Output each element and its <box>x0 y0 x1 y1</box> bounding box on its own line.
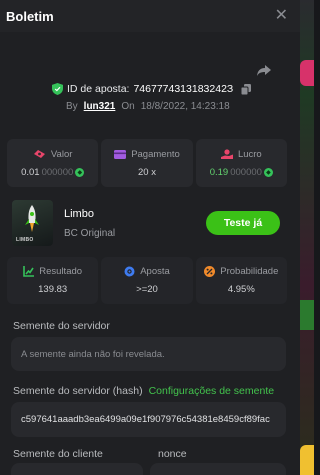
panel-header: Boletim ✕ <box>0 0 300 32</box>
game-provider: BC Original <box>64 227 116 239</box>
stat-amount: Valor 0.01 000000 ◆ <box>7 139 99 187</box>
coin-icon: ◆ <box>75 167 85 177</box>
game-thumbnail[interactable]: LIMBO <box>12 200 53 246</box>
try-game-button[interactable]: Teste já <box>206 211 280 235</box>
stat-amount-value-trailing: 000000 <box>41 166 74 178</box>
server-seed-hash-value: c597641aaadb3ea6499a09e1f907976c54381e84… <box>21 414 270 425</box>
nonce-field[interactable] <box>150 463 286 475</box>
server-seed-value: A semente ainda não foi revelada. <box>21 348 165 360</box>
bet-results: Resultado 139.83 Aposta >=20 Probabilida… <box>7 257 287 304</box>
stat-profit: Lucro 0.19 000000 ◆ <box>195 139 287 187</box>
background-decoration <box>300 60 314 86</box>
bet-id-label: ID de aposta: <box>67 83 130 95</box>
background-decoration <box>300 445 314 475</box>
share-icon[interactable] <box>256 62 272 78</box>
bet-author-row: By lun321 On 18/8/2022, 14:23:18 <box>66 101 230 112</box>
close-icon[interactable]: ✕ <box>275 8 288 24</box>
server-seed-hash-field[interactable]: c597641aaadb3ea6499a09e1f907976c54381e84… <box>11 402 286 437</box>
game-name: Limbo <box>64 207 94 220</box>
target-icon <box>124 266 135 277</box>
rocket-icon <box>25 205 39 232</box>
percent-icon <box>204 266 216 277</box>
result-bet-target-label: Aposta <box>140 266 170 277</box>
stat-payout: Pagamento 20 x <box>101 139 193 187</box>
result-outcome-label: Resultado <box>39 266 83 277</box>
stat-payout-value: 20 x <box>138 166 156 178</box>
server-seed-field: A semente ainda não foi revelada. <box>11 337 286 371</box>
by-label: By <box>66 101 78 112</box>
result-probability-label: Probabilidade <box>220 266 279 277</box>
stat-profit-label: Lucro <box>237 148 262 160</box>
result-probability: Probabilidade 4.95% <box>195 257 287 304</box>
server-seed-hash-row: Semente do servidor (hash) Configurações… <box>13 385 293 397</box>
bet-stats: Valor 0.01 000000 ◆ Pagamento 20 x Lucro… <box>7 139 287 187</box>
chart-icon <box>23 266 35 277</box>
bet-datetime: 18/8/2022, 14:23:18 <box>140 101 230 112</box>
background-decoration <box>300 300 314 330</box>
stat-payout-label: Pagamento <box>131 148 180 160</box>
panel-title: Boletim <box>6 8 54 24</box>
result-probability-value: 4.95% <box>227 284 255 295</box>
result-bet-target-value: >=20 <box>136 284 158 295</box>
hand-coin-icon <box>220 149 233 159</box>
result-outcome-value: 139.83 <box>38 284 68 295</box>
result-outcome: Resultado 139.83 <box>7 257 99 304</box>
coin-icon: ◆ <box>263 167 273 177</box>
bet-id-row: ID de aposta: 7467774313183242З <box>52 83 252 95</box>
server-seed-hash-label: Semente do servidor (hash) <box>13 385 143 397</box>
game-card: LIMBO Limbo BC Original Teste já <box>12 199 280 247</box>
result-bet-target: Aposta >=20 <box>101 257 193 304</box>
username-link[interactable]: lun321 <box>84 101 116 112</box>
bet-id-value: 7467774313183242З <box>133 83 234 95</box>
nonce-label: nonce <box>158 448 187 460</box>
card-icon <box>114 149 127 159</box>
money-icon <box>33 150 45 158</box>
shield-check-icon <box>52 83 63 95</box>
stat-profit-value-trailing: 000000 <box>230 166 262 178</box>
seed-settings-link[interactable]: Configurações de semente <box>149 385 275 397</box>
copy-icon[interactable] <box>241 83 252 95</box>
stat-amount-value: 0.01 <box>21 166 40 178</box>
client-seed-label: Semente do cliente <box>13 448 103 460</box>
bet-slip-panel: Boletim ✕ ID de aposta: 7467774313183242… <box>0 0 300 475</box>
server-seed-label: Semente do servidor <box>13 320 110 332</box>
background-game-strip <box>300 0 314 475</box>
stat-profit-value: 0.19 <box>209 166 229 178</box>
stat-amount-label: Valor <box>50 148 73 160</box>
game-thumbnail-label: LIMBO <box>16 237 34 243</box>
on-label: On <box>121 101 135 112</box>
client-seed-field[interactable] <box>11 463 143 475</box>
